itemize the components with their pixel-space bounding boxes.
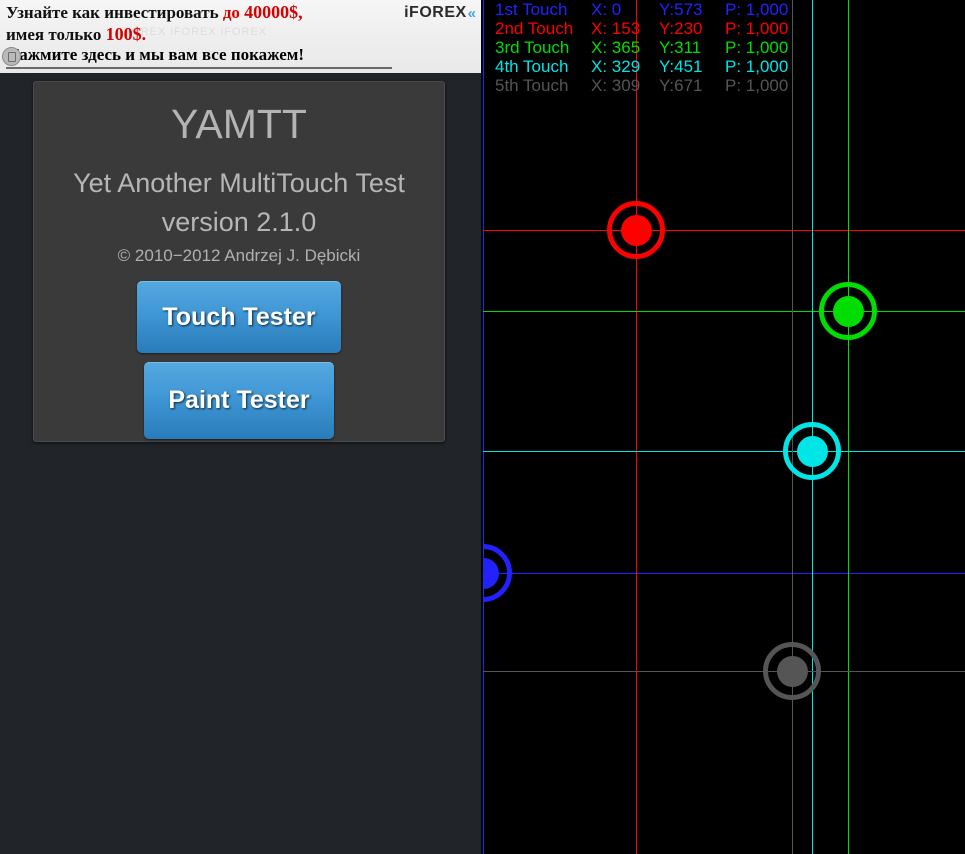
touch-pressure-value: P: 1,000 xyxy=(725,76,789,95)
touch-x-value: X: 153 xyxy=(591,19,641,38)
touch-pressure-value: P: 1,000 xyxy=(725,38,789,57)
touch-point-center-dot xyxy=(776,655,808,687)
app-title: YAMTT xyxy=(171,101,307,147)
ad-line1-red-big: 40000$, xyxy=(244,2,303,22)
crosshair-horizontal xyxy=(483,573,965,574)
about-dialog: YAMTT Yet Another MultiTouch Test version… xyxy=(33,81,445,442)
touch-pressure-value: P: 1,000 xyxy=(725,57,789,76)
touch-x-value: X: 309 xyxy=(591,76,641,95)
touch-x-value: X: 365 xyxy=(591,38,641,57)
crosshair-vertical xyxy=(483,0,484,854)
ad-line2-prefix: имея только xyxy=(6,25,106,44)
touch-readout-row: 5th Touch X: 309 Y:671 P: 1,000 xyxy=(495,76,965,95)
crosshair-horizontal xyxy=(483,671,965,672)
touch-y-value: Y:573 xyxy=(659,0,703,19)
chevron-left-icon: « xyxy=(467,4,477,22)
crosshair-horizontal xyxy=(483,451,965,452)
touch-y-value: Y:311 xyxy=(659,38,702,57)
touch-point-center-dot xyxy=(796,435,828,467)
touch-readout-row: 1st Touch X: 0 Y:573 P: 1,000 xyxy=(495,0,965,19)
touch-point-center-dot xyxy=(620,214,652,246)
touch-label: 3rd Touch xyxy=(495,38,570,57)
touch-readout: 1st Touch X: 0 Y:573 P: 1,000 2nd Touch X: 15… xyxy=(483,0,965,95)
iforex-logo: iFOREX « xyxy=(404,4,477,22)
crosshair-vertical xyxy=(636,0,637,854)
touch-point-marker xyxy=(783,422,841,480)
touch-point-marker xyxy=(483,544,512,602)
touch-point-center-dot xyxy=(483,557,499,589)
ad-underline-divider xyxy=(6,67,392,69)
ad-line2-red-big: 100$. xyxy=(105,24,147,44)
touch-point-marker xyxy=(763,642,821,700)
touch-readout-row: 4th Touch X: 329 Y:451 P: 1,000 xyxy=(495,57,965,76)
touch-y-value: Y:451 xyxy=(659,57,703,76)
touch-y-value: Y:230 xyxy=(659,19,703,38)
touch-readout-row: 2nd Touch X: 153 Y:230 P: 1,000 xyxy=(495,19,965,38)
touch-label: 5th Touch xyxy=(495,76,569,95)
ad-info-icon[interactable] xyxy=(2,47,21,66)
touch-point-marker xyxy=(607,201,665,259)
crosshair-horizontal xyxy=(483,230,965,231)
touch-point-marker xyxy=(819,282,877,340)
touch-x-value: X: 329 xyxy=(591,57,641,76)
left-panel: iFOREX iFOREX iFOREX Узнайте как инвести… xyxy=(0,0,481,854)
ad-headline-line1: Узнайте как инвестировать до 40000$, xyxy=(6,2,303,23)
touch-test-canvas[interactable]: 1st Touch X: 0 Y:573 P: 1,000 2nd Touch X: 15… xyxy=(483,0,965,854)
app-copyright: © 2010−2012 Andrzej J. Dębicki xyxy=(117,246,361,265)
paint-tester-button[interactable]: Paint Tester xyxy=(144,362,334,439)
touch-label: 1st Touch xyxy=(495,0,568,19)
touch-pressure-value: P: 1,000 xyxy=(725,0,789,19)
app-screen: iFOREX iFOREX iFOREX Узнайте как инвести… xyxy=(0,0,965,854)
touch-readout-row: 3rd Touch X: 365 Y:311 P: 1,000 xyxy=(495,38,965,57)
touch-label: 2nd Touch xyxy=(495,19,574,38)
touch-point-center-dot xyxy=(832,295,864,327)
touch-tester-button[interactable]: Touch Tester xyxy=(137,281,341,353)
touch-label: 4th Touch xyxy=(495,57,569,76)
crosshair-horizontal xyxy=(483,311,965,312)
ad-line1-prefix: Узнайте как инвестировать xyxy=(6,3,223,22)
ad-call-to-action[interactable]: Нажмите здесь и мы вам все покажем! xyxy=(6,45,304,65)
crosshair-vertical xyxy=(792,0,793,854)
advertisement-banner[interactable]: iFOREX iFOREX iFOREX Узнайте как инвести… xyxy=(0,0,481,73)
ad-line1-red-small: до xyxy=(222,3,245,22)
ad-headline-line2: имея только 100$. xyxy=(6,24,146,45)
touch-pressure-value: P: 1,000 xyxy=(725,19,789,38)
touch-y-value: Y:671 xyxy=(659,76,703,95)
touch-x-value: X: 0 xyxy=(591,0,622,19)
crosshair-vertical xyxy=(848,0,849,854)
app-subtitle: Yet Another MultiTouch Test version 2.1.0 xyxy=(73,168,405,238)
iforex-logo-text: iFOREX xyxy=(404,4,467,21)
